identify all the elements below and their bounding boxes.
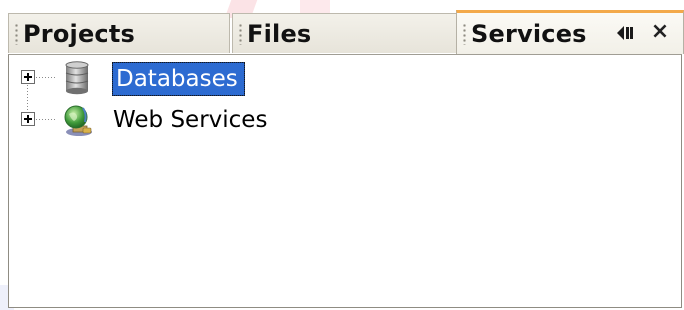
tab-services[interactable]: Services ×	[456, 10, 684, 54]
drag-grip-icon[interactable]	[15, 22, 18, 45]
minimize-window-button[interactable]	[615, 23, 635, 43]
expand-icon[interactable]	[21, 70, 35, 84]
tab-bar: Projects Files Services ×	[8, 10, 684, 54]
tree-connector-line	[36, 77, 56, 78]
close-tab-button[interactable]: ×	[650, 20, 670, 44]
services-tree-panel: Databases Web Services	[8, 54, 682, 308]
tree-node-databases[interactable]: Databases	[9, 60, 681, 96]
tab-label: Files	[247, 19, 312, 48]
database-icon	[65, 61, 89, 95]
minimize-window-icon	[617, 26, 633, 40]
tree-node-web-services[interactable]: Web Services	[9, 102, 681, 138]
tab-projects[interactable]: Projects	[8, 13, 230, 53]
expand-icon[interactable]	[21, 112, 35, 126]
tree-node-label[interactable]: Databases	[112, 62, 245, 96]
tab-label: Projects	[23, 19, 136, 48]
tab-files[interactable]: Files	[232, 13, 458, 53]
services-window: Projects Files Services × Databases Web …	[0, 0, 684, 310]
drag-grip-icon[interactable]	[239, 22, 242, 45]
web-services-icon	[64, 105, 92, 136]
tree-node-label[interactable]: Web Services	[113, 104, 267, 136]
tab-label: Services	[471, 19, 587, 48]
tree-connector-line	[36, 119, 56, 120]
drag-grip-icon[interactable]	[463, 22, 466, 45]
